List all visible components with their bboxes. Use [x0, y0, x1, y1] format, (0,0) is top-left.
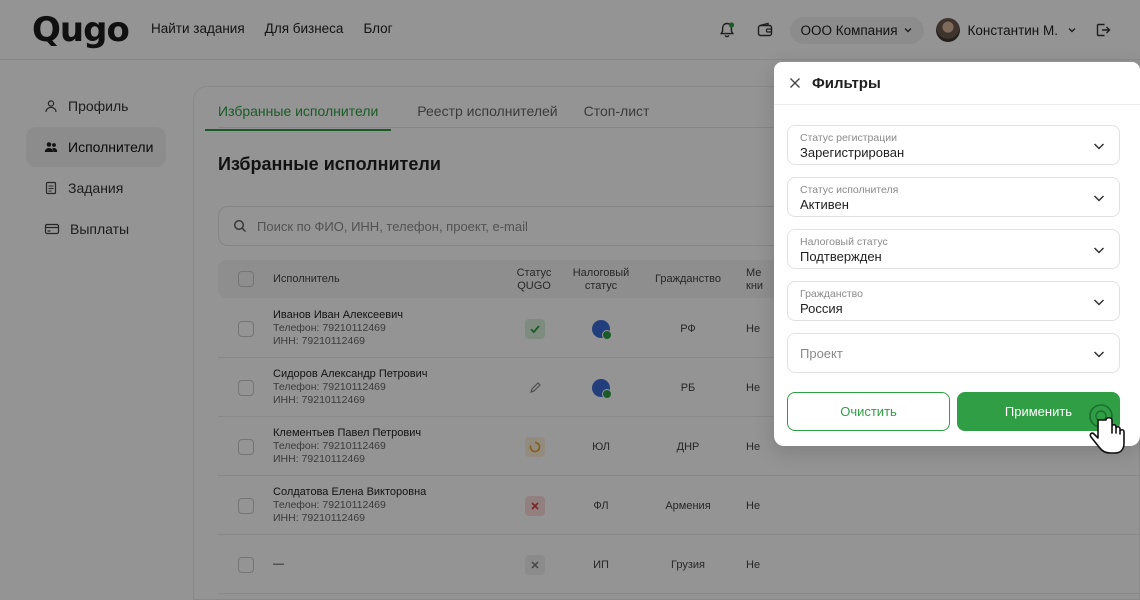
filters-panel: Фильтры Статус регистрации Зарегистриров…	[774, 62, 1140, 446]
citizenship-select[interactable]: Гражданство Россия	[787, 281, 1120, 321]
field-label: Статус регистрации	[800, 132, 897, 144]
hand-cursor-icon	[1089, 404, 1125, 454]
chevron-down-icon	[1093, 351, 1105, 358]
chevron-down-icon	[1093, 195, 1105, 202]
chevron-down-icon	[1093, 247, 1105, 254]
chevron-down-icon	[1093, 143, 1105, 150]
field-value: Подтвержден	[800, 249, 882, 264]
field-placeholder: Проект	[800, 346, 843, 361]
field-label: Налоговый статус	[800, 236, 888, 248]
filters-title: Фильтры	[812, 74, 881, 92]
field-label: Гражданство	[800, 288, 863, 300]
field-label: Статус исполнителя	[800, 184, 899, 196]
close-icon[interactable]	[788, 76, 802, 90]
filters-header: Фильтры	[774, 62, 1140, 105]
performer-status-select[interactable]: Статус исполнителя Активен	[787, 177, 1120, 217]
clear-button[interactable]: Очистить	[787, 392, 950, 431]
field-value: Активен	[800, 197, 849, 212]
project-select[interactable]: Проект	[787, 333, 1120, 373]
field-value: Зарегистрирован	[800, 145, 905, 160]
field-value: Россия	[800, 301, 843, 316]
chevron-down-icon	[1093, 299, 1105, 306]
tax-status-select[interactable]: Налоговый статус Подтвержден	[787, 229, 1120, 269]
registration-status-select[interactable]: Статус регистрации Зарегистрирован	[787, 125, 1120, 165]
